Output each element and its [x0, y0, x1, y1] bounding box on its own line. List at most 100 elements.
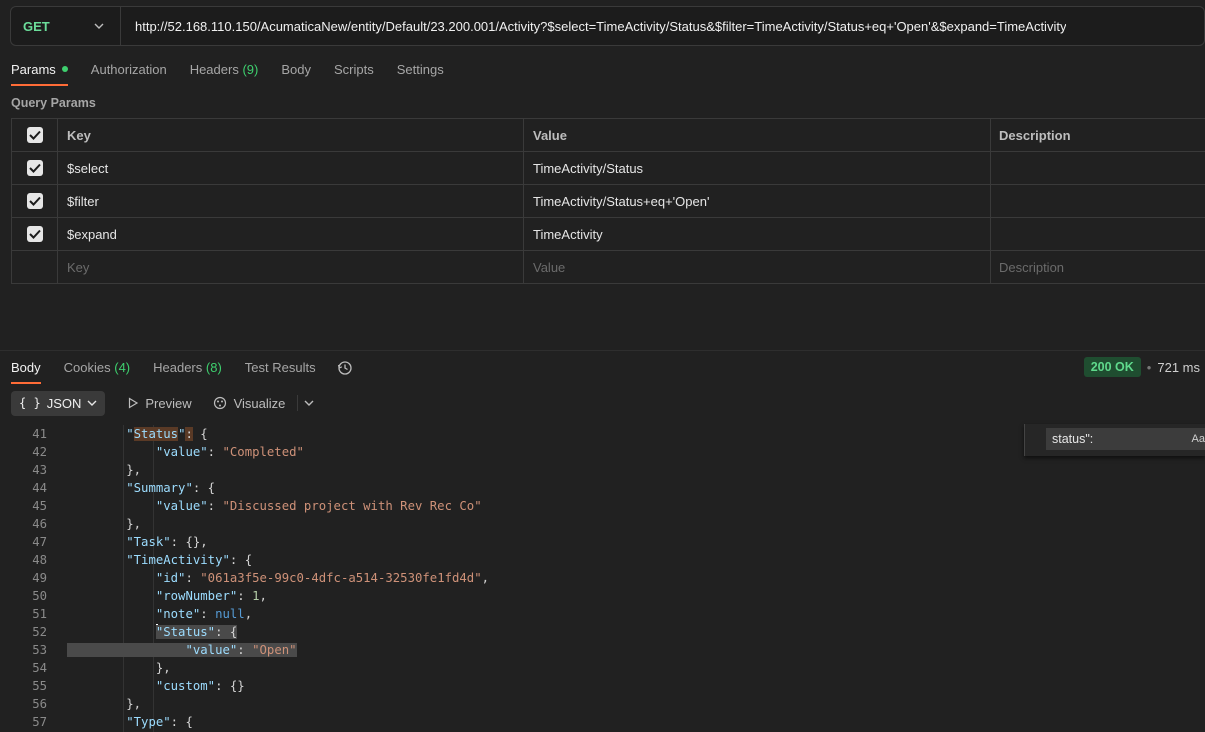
code-line[interactable]: 53 "value": "Open"	[0, 641, 1205, 659]
tab-headers-label: Headers	[189, 62, 239, 77]
code-token: : {},	[170, 535, 208, 549]
visualize-menu-chevron-icon[interactable]	[304, 400, 314, 406]
param-key[interactable]: $filter	[58, 185, 524, 217]
tab-headers[interactable]: Headers (9)	[179, 58, 271, 86]
code-token: "Summary"	[126, 481, 193, 495]
param-checkbox[interactable]	[26, 193, 43, 209]
response-body-editor[interactable]: 41 "Status": {42 "value": "Completed" 43 …	[0, 425, 1205, 732]
method-select[interactable]: GET	[11, 7, 121, 45]
code-text: "TimeActivity": {	[67, 551, 252, 569]
status-badge[interactable]: 200 OK	[1083, 357, 1141, 377]
param-check-cell	[12, 185, 58, 217]
preview-button[interactable]: Preview	[127, 396, 192, 411]
code-line[interactable]: 47 "Task": {},	[0, 533, 1205, 551]
code-token: "061a3f5e-99c0-4dfc-a514-32530fe1fd4d"	[200, 571, 482, 585]
param-description[interactable]	[991, 218, 1205, 250]
code-text: },	[67, 659, 171, 677]
tab-authorization[interactable]: Authorization	[80, 58, 179, 86]
code-line[interactable]: 45 "value": "Discussed project with Rev …	[0, 497, 1205, 515]
code-line[interactable]: 49 "id": "061a3f5e-99c0-4dfc-a514-32530f…	[0, 569, 1205, 587]
tab-settings[interactable]: Settings	[386, 58, 456, 86]
line-number: 50	[32, 589, 47, 603]
chevron-down-icon	[92, 19, 106, 33]
line-number: 57	[32, 715, 47, 729]
code-line[interactable]: 52 "Status": {	[0, 623, 1205, 641]
param-value[interactable]: TimeActivity	[524, 218, 991, 250]
param-new-value[interactable]: Value	[524, 251, 991, 283]
param-row: $expand TimeActivity	[12, 218, 1205, 251]
param-checkbox[interactable]	[26, 160, 43, 176]
code-line[interactable]: 51 "note": null,	[0, 605, 1205, 623]
code-line[interactable]: 56 },	[0, 695, 1205, 713]
code-token: null	[215, 607, 245, 621]
code-line[interactable]: 54 },	[0, 659, 1205, 677]
resp-tab-body[interactable]: Body	[0, 356, 53, 384]
line-number: 54	[32, 661, 47, 675]
param-description[interactable]	[991, 185, 1205, 217]
param-check-cell	[12, 218, 58, 250]
code-token: ,	[481, 571, 490, 585]
tab-params-label: Params	[11, 62, 56, 77]
code-token: "Completed"	[222, 445, 304, 459]
check-icon	[28, 163, 41, 173]
code-text: "custom": {}	[67, 677, 245, 695]
tab-params[interactable]: Params	[0, 58, 80, 86]
url-input[interactable]: http://52.168.110.150/AcumaticaNew/entit…	[121, 19, 1066, 34]
match-case-toggle[interactable]: Aa	[1192, 428, 1205, 450]
code-line[interactable]: 57 "Type": {	[0, 713, 1205, 731]
code-line[interactable]: 50 "rowNumber": 1,	[0, 587, 1205, 605]
response-divider[interactable]	[0, 350, 1205, 351]
play-icon	[129, 397, 139, 409]
code-token: "id"	[155, 571, 186, 585]
code-text: "id": "061a3f5e-99c0-4dfc-a514-32530fe1f…	[67, 569, 489, 587]
toolbar-separator	[297, 395, 299, 411]
code-token: {	[222, 625, 238, 639]
line-number: 55	[32, 679, 47, 693]
column-value: Value	[524, 119, 991, 151]
response-time[interactable]: 721 ms	[1157, 360, 1200, 375]
resp-tab-headers[interactable]: Headers (8)	[142, 356, 234, 384]
format-select[interactable]: { } JSON	[11, 390, 106, 416]
find-input[interactable]: status":	[1046, 428, 1205, 450]
line-number: 56	[32, 697, 47, 711]
code-token: "value"	[155, 445, 208, 459]
param-description[interactable]	[991, 152, 1205, 184]
code-line[interactable]: 46 },	[0, 515, 1205, 533]
param-key[interactable]: $expand	[58, 218, 524, 250]
select-all-checkbox[interactable]	[26, 127, 43, 143]
url-bar: GET http://52.168.110.150/AcumaticaNew/e…	[10, 6, 1205, 46]
param-new-description[interactable]: Description	[991, 251, 1205, 283]
status-separator: •	[1146, 359, 1152, 375]
code-token: :	[185, 571, 201, 585]
code-token: :	[237, 643, 253, 657]
param-key[interactable]: $select	[58, 152, 524, 184]
param-value[interactable]: TimeActivity/Status	[524, 152, 991, 184]
code-token: "rowNumber"	[155, 589, 238, 603]
code-token: },	[155, 661, 171, 675]
code-token: : {	[229, 553, 253, 567]
code-token: :	[237, 589, 253, 603]
method-label: GET	[23, 18, 50, 34]
line-number: 51	[32, 607, 47, 621]
visualize-button[interactable]: Visualize	[212, 395, 285, 411]
code-text: "value": "Discussed project with Rev Rec…	[67, 497, 482, 515]
code-line[interactable]: 48 "TimeActivity": {	[0, 551, 1205, 569]
param-new-row: Key Value Description	[12, 251, 1205, 284]
resp-tab-test-results[interactable]: Test Results	[234, 356, 328, 384]
code-token: 1	[252, 589, 260, 603]
param-value[interactable]: TimeActivity/Status+eq+'Open'	[524, 185, 991, 217]
param-checkbox[interactable]	[26, 226, 43, 242]
param-new-key[interactable]: Key	[58, 251, 524, 283]
code-line[interactable]: 55 "custom": {}	[0, 677, 1205, 695]
tab-authorization-label: Authorization	[90, 62, 167, 77]
code-token: : {	[170, 715, 193, 729]
line-number: 49	[32, 571, 47, 585]
code-line[interactable]: 44 "Summary": {	[0, 479, 1205, 497]
history-icon[interactable]	[334, 357, 356, 379]
resp-tab-cookies[interactable]: Cookies (4)	[53, 356, 142, 384]
tab-scripts[interactable]: Scripts	[323, 58, 386, 86]
code-line[interactable]: 43 },	[0, 461, 1205, 479]
tab-body[interactable]: Body	[270, 58, 323, 86]
